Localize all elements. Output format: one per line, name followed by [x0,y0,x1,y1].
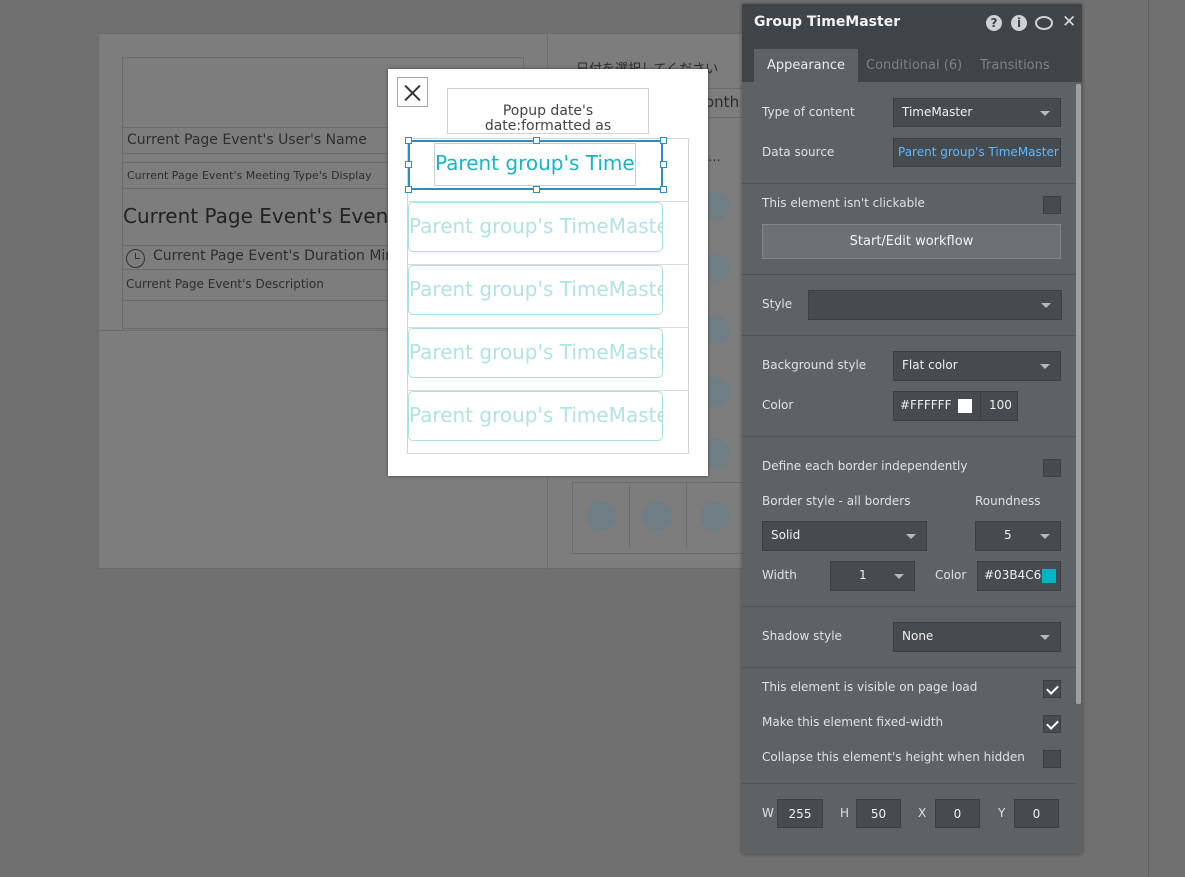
type-of-content-value: TimeMaster [902,105,973,119]
start-edit-workflow-button[interactable]: Start/Edit workflow [762,224,1061,259]
height-input[interactable]: 50 [856,799,901,828]
calendar-day-dot[interactable] [700,501,730,531]
height-dim-label: H [840,806,850,820]
timemaster-cell[interactable]: Parent group's TimeMaster's Time [408,265,663,315]
tab-appearance[interactable]: Appearance [754,49,858,83]
resize-handle-bottom-right[interactable] [660,186,667,193]
border-width-dropdown[interactable]: 1 [830,561,915,591]
fixed-width-label: Make this element fixed-width [762,715,944,729]
background-style-dropdown[interactable]: Flat color [893,351,1061,381]
roundness-dropdown[interactable]: 5 [975,521,1061,551]
popup-close-button[interactable] [397,77,428,107]
border-width-label: Width [762,568,797,582]
resize-handle-top[interactable] [533,137,540,144]
calendar-day-dot[interactable] [642,501,672,531]
timemaster-cell[interactable]: Parent group's TimeMaster's Time [408,328,663,378]
calendar-day-dot[interactable] [586,501,616,531]
event-title-text[interactable]: Current Page Event's Even [122,202,392,236]
section-divider [742,274,1076,275]
empty-group[interactable] [122,300,392,330]
collapse-height-label: Collapse this element's height when hidd… [762,750,1025,764]
section-divider [742,606,1076,607]
not-clickable-checkbox[interactable] [1043,196,1061,214]
timemaster-cell-text: Parent group's TimeMaster's Time [409,214,662,238]
not-clickable-label: This element isn't clickable [762,196,925,210]
event-user-text[interactable]: Current Page Event's User's Name [122,127,392,154]
selected-timemaster-text[interactable]: Parent group's TimeMaster's Time [434,143,636,186]
resize-handle-bottom[interactable] [533,186,540,193]
timemaster-cell[interactable]: Parent group's TimeMaster's Time [408,202,663,252]
event-description-text[interactable]: Current Page Event's Description [122,272,392,300]
shadow-style-value: None [902,629,934,643]
canvas-edge-line [1148,0,1149,877]
clock-icon [126,249,145,268]
border-independent-checkbox[interactable] [1043,459,1061,477]
style-dropdown[interactable] [808,290,1062,320]
section-divider [742,335,1076,336]
width-input[interactable]: 255 [777,799,823,828]
type-of-content-dropdown[interactable]: TimeMaster [893,98,1061,127]
shadow-style-label: Shadow style [762,629,842,643]
section-divider [742,667,1076,668]
background-style-label: Background style [762,358,867,372]
info-icon[interactable]: i [1011,15,1027,31]
data-source-field[interactable]: Parent group's TimeMaster [893,138,1061,167]
visible-on-load-checkbox[interactable] [1043,680,1061,698]
close-icon[interactable]: ✕ [1062,12,1076,32]
border-independent-label: Define each border independently [762,459,968,473]
border-color-value: #03B4C6 [984,568,1042,582]
calendar-grid-line [629,482,630,548]
collapse-height-checkbox[interactable] [1043,750,1061,768]
timemaster-cell[interactable]: Parent group's TimeMaster's Time [408,391,663,441]
background-style-value: Flat color [902,358,958,372]
border-style-value: Solid [771,528,801,542]
timemaster-cell-text: Parent group's TimeMaster's Time [409,277,662,301]
comment-icon[interactable] [1035,16,1053,30]
tab-transitions[interactable]: Transitions [968,49,1062,83]
calendar-grid-line [686,482,687,548]
resize-handle-right[interactable] [660,161,667,168]
month-text: onth [705,93,740,111]
width-dim-label: W [762,806,774,820]
data-source-label: Data source [762,145,835,159]
resize-handle-top-left[interactable] [405,137,412,144]
section-divider [742,436,1076,437]
shadow-style-dropdown[interactable]: None [893,622,1061,652]
data-source-value: Parent group's TimeMaster [898,145,1059,159]
section-divider [742,183,1076,184]
roundness-value: 5 [1004,528,1012,542]
color-opacity-field[interactable]: 100 [980,391,1018,421]
border-color-label: Color [935,568,967,582]
border-style-dropdown[interactable]: Solid [762,521,927,551]
resize-handle-top-right[interactable] [660,137,667,144]
timemaster-cell-text: Parent group's TimeMaster's Time [409,403,662,427]
event-duration-text[interactable]: Current Page Event's Duration Min [122,245,392,270]
visible-on-load-label: This element is visible on page load [762,680,978,694]
color-swatch[interactable] [958,399,972,413]
fixed-width-checkbox[interactable] [1043,715,1061,733]
y-dim-label: Y [998,806,1006,820]
section-divider [742,783,1076,784]
tab-conditional[interactable]: Conditional (6) [854,49,974,83]
popup-date-text[interactable]: Popup date's date:formatted as [447,88,649,134]
timemaster-cell-text: Parent group's TimeMaster's Time [409,340,662,364]
panel-scrollbar[interactable] [1076,84,1081,704]
color-opacity-value: 100 [989,398,1012,412]
resize-handle-bottom-left[interactable] [405,186,412,193]
x-input[interactable]: 0 [935,799,980,828]
border-width-value: 1 [859,568,867,582]
help-icon[interactable]: ? [986,15,1002,31]
color-hex-value: #FFFFFF [900,398,952,412]
style-label: Style [762,297,793,311]
type-of-content-label: Type of content [762,105,855,119]
roundness-label: Roundness [975,494,1041,508]
color-label: Color [762,398,794,412]
resize-handle-left[interactable] [405,161,412,168]
y-input[interactable]: 0 [1014,799,1059,828]
x-dim-label: X [918,806,927,820]
border-color-swatch[interactable] [1042,569,1056,583]
border-style-label: Border style - all borders [762,494,911,508]
event-meeting-type-text[interactable]: Current Page Event's Meeting Type's Disp… [122,162,392,189]
panel-title: Group TimeMaster [754,14,901,30]
